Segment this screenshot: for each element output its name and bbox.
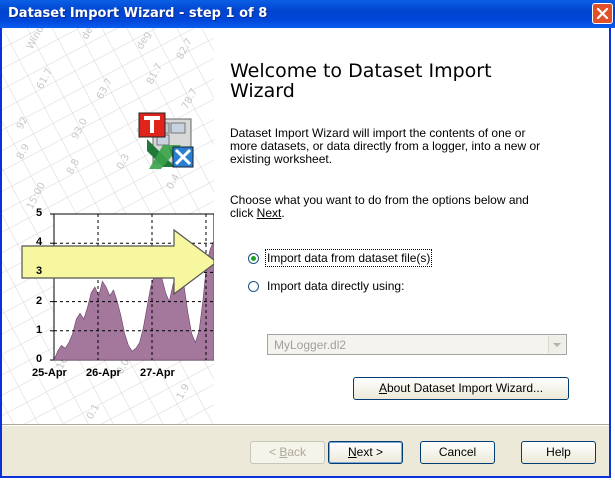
back-label: ack <box>287 445 307 459</box>
chevron-down-icon <box>553 343 561 347</box>
chart-y-tick-label: 5 <box>36 207 43 219</box>
about-mnemonic: A <box>378 381 387 395</box>
import-logger-radio[interactable] <box>248 280 259 292</box>
next-button[interactable]: Next > <box>328 441 403 464</box>
radio-selected-dot <box>251 255 256 261</box>
choose-text: Choose what you want to do from the opti… <box>230 194 575 220</box>
title-bar[interactable]: Dataset Import Wizard - step 1 of 8 <box>0 0 615 28</box>
chart-x-tick-label: 26-Apr <box>86 367 121 379</box>
chart-y-tick-label: 1 <box>36 323 43 336</box>
logger-select[interactable]: MyLogger.dl2 <box>267 334 567 355</box>
page-title: Welcome to Dataset Import Wizard <box>230 61 492 101</box>
back-button[interactable]: < Back <box>250 441 325 464</box>
about-label: bout Dataset Import Wizard... <box>386 381 544 395</box>
logger-select-dropdown[interactable] <box>548 336 565 353</box>
help-label: Help <box>546 445 571 459</box>
import-file-label[interactable]: Import data from dataset file(s) <box>264 249 433 267</box>
next-mnemonic: N <box>347 445 357 459</box>
chart-x-tick-label: 25-Apr <box>32 367 67 379</box>
back-prefix: < <box>268 445 280 459</box>
wizard-side-graphic: WindDirdegdeg82.761.763.781.778.79293.09… <box>2 28 214 424</box>
chart-y-tick-label: 4 <box>36 236 43 249</box>
wizard-window: Dataset Import Wizard - step 1 of 8 Wind… <box>0 0 615 478</box>
chart-y-tick-label: 0 <box>36 353 43 365</box>
page-title-line2: Wizard <box>230 80 295 102</box>
import-file-radio[interactable] <box>248 252 259 264</box>
dataset-import-logo-icon <box>138 112 194 169</box>
close-button[interactable] <box>592 3 613 24</box>
page-title-line1: Welcome to Dataset Import <box>230 60 492 82</box>
chart-y-tick-label: 3 <box>36 265 43 278</box>
cancel-label: Cancel <box>438 445 477 459</box>
chart-x-tick-label: 27-Apr <box>140 367 175 379</box>
logger-select-value: MyLogger.dl2 <box>274 338 347 352</box>
close-icon <box>596 7 609 20</box>
chart-y-tick-label: 2 <box>36 294 43 307</box>
wizard-content: WindDirdegdeg82.761.763.781.778.79293.09… <box>2 28 609 424</box>
side-illustration: WindDirdegdeg82.761.763.781.778.79293.09… <box>2 28 214 424</box>
cancel-button[interactable]: Cancel <box>420 441 495 464</box>
window-title: Dataset Import Wizard - step 1 of 8 <box>8 6 268 21</box>
intro-line3: existing worksheet. <box>230 152 333 166</box>
choose-suffix: . <box>281 206 285 220</box>
option-import-logger[interactable]: Import data directly using: <box>248 279 404 293</box>
option-import-file[interactable]: Import data from dataset file(s) <box>248 249 433 267</box>
footer-separator <box>2 424 609 426</box>
about-button[interactable]: About Dataset Import Wizard... <box>353 377 569 400</box>
intro-text: Dataset Import Wizard will import the co… <box>230 127 575 166</box>
choose-prefix: click <box>230 206 257 220</box>
next-label: ext > <box>356 445 384 459</box>
choose-next-mnemonic: Next <box>256 206 282 220</box>
help-button[interactable]: Help <box>521 441 596 464</box>
import-logger-label[interactable]: Import data directly using: <box>267 279 404 293</box>
choose-line2: click Next. <box>230 207 575 220</box>
